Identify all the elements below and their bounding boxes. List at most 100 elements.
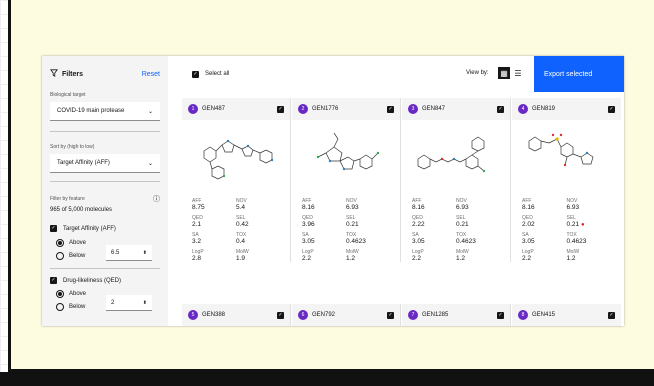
select-all-checkbox[interactable]: ✓ bbox=[192, 70, 199, 78]
molecule-structure-image bbox=[402, 120, 510, 198]
export-selected-button[interactable]: Export selected bbox=[534, 56, 624, 92]
radio-below-label: Below bbox=[69, 253, 86, 259]
metric: MolW 1.2 bbox=[346, 249, 390, 262]
metric-value: 1.2 bbox=[456, 255, 466, 262]
card-name: GEN847 bbox=[422, 106, 446, 112]
metric: QED 2.1 bbox=[192, 215, 236, 228]
info-icon[interactable]: ⓘ bbox=[153, 194, 160, 204]
radio-below-label: Below bbox=[69, 304, 86, 310]
view-by-label: View by: bbox=[466, 70, 489, 76]
stepper-icon[interactable]: ⬍ bbox=[143, 250, 147, 256]
metric-value: 2.22 bbox=[412, 221, 425, 228]
qed-threshold-value: 2 bbox=[111, 299, 115, 306]
aff-threshold-input[interactable]: 6.5 ⬍ bbox=[106, 245, 152, 261]
metric-value: 6.93 bbox=[346, 204, 359, 211]
filter-qed-header: ✓ Drug-likeliness (QED) bbox=[50, 277, 160, 284]
metric-value: 2.1 bbox=[192, 221, 202, 228]
bio-target-value: COVID-19 main protease bbox=[57, 108, 125, 114]
sort-dropdown[interactable]: Target Affinity (AFF) ⌄ bbox=[50, 154, 160, 173]
bio-target-dropdown[interactable]: COVID-19 main protease ⌄ bbox=[50, 102, 160, 121]
filter-aff-label: Target Affinity (AFF) bbox=[63, 225, 116, 232]
reset-button[interactable]: Reset bbox=[142, 71, 160, 78]
metric: AFF 8.16 bbox=[302, 198, 346, 211]
list-view-icon[interactable]: ☰ bbox=[512, 67, 524, 79]
card-checkbox[interactable]: ✓ bbox=[608, 105, 615, 113]
metric: SEL 0.21 bbox=[456, 215, 500, 228]
metric: SA 3.2 bbox=[192, 232, 236, 245]
card-header: 4 GEN819 ✓ bbox=[512, 98, 621, 120]
filter-group-aff: ✓ Target Affinity (AFF) Above Below 6.5 … bbox=[50, 225, 160, 261]
metric-value: 0.4623 bbox=[456, 238, 476, 245]
metric-value: 8.75 bbox=[192, 204, 205, 211]
molecule-card[interactable]: 1 GEN487 ✓ AFF 8.75 NOV 5.4 QED 2.1 SEL … bbox=[182, 98, 291, 262]
card-checkbox[interactable]: ✓ bbox=[497, 311, 504, 319]
metric: LogP 2.2 bbox=[522, 249, 567, 262]
qed-threshold-input[interactable]: 2 ⬍ bbox=[106, 295, 152, 311]
molecule-card[interactable]: 8 GEN415 ✓ bbox=[512, 304, 621, 326]
card-checkbox[interactable]: ✓ bbox=[387, 105, 394, 113]
metric-value: 1.9 bbox=[236, 255, 246, 262]
radio-above-qed[interactable] bbox=[56, 290, 64, 298]
grid-view-icon[interactable]: ▦ bbox=[498, 67, 510, 79]
results-panel: ✓ Select all View by: ▦ ☰ Export selecte… bbox=[168, 56, 624, 326]
metric-value: 0.4623 bbox=[346, 238, 366, 245]
molecule-card[interactable]: 6 GEN792 ✓ bbox=[292, 304, 401, 326]
filter-group-qed: ✓ Drug-likeliness (QED) Above Below 2 ⬍ bbox=[50, 277, 160, 311]
stepper-icon[interactable]: ⬍ bbox=[143, 300, 147, 306]
metric-value: 3.96 bbox=[302, 221, 315, 228]
card-name: GEN819 bbox=[532, 106, 556, 112]
filter-feature-label: Filter by feature bbox=[50, 196, 85, 202]
metric: LogP 2.2 bbox=[302, 249, 346, 262]
metric: LogP 2.2 bbox=[412, 249, 456, 262]
metric: QED 2.02 bbox=[522, 215, 567, 228]
metric: NOV 6.93 bbox=[456, 198, 500, 211]
card-checkbox[interactable]: ✓ bbox=[387, 311, 394, 319]
sort-value: Target Affinity (AFF) bbox=[57, 160, 110, 166]
radio-dot bbox=[58, 292, 62, 296]
card-checkbox[interactable]: ✓ bbox=[277, 105, 284, 113]
card-title: 1 GEN487 bbox=[188, 104, 225, 114]
filters-title: Filters bbox=[62, 70, 84, 78]
checkbox-aff[interactable]: ✓ bbox=[50, 225, 57, 232]
radio-above-aff[interactable] bbox=[56, 239, 64, 247]
molecule-card[interactable]: 3 GEN847 ✓ AFF 8.16 NOV 6.93 QED 2.22 SEL 0.2… bbox=[402, 98, 511, 262]
metric: SEL 0.21 ● bbox=[567, 215, 612, 228]
metric-value: 0.4623 bbox=[566, 238, 587, 245]
radio-above-label: Above bbox=[69, 291, 87, 297]
metric-value: 5.4 bbox=[236, 204, 246, 211]
molecule-card[interactable]: 2 GEN1776 ✓ AFF 8.16 NOV 6.93 QED 3.96 SEL bbox=[292, 98, 401, 262]
metric: SA 3.05 bbox=[302, 232, 346, 245]
molecule-card[interactable]: 4 GEN819 ✓ AFF 8.16 NOV 6.93 QED 2.02 SEL 0 bbox=[512, 98, 621, 262]
metric-value: 2.02 bbox=[522, 221, 535, 228]
card-metrics: AFF 8.16 NOV 6.93 QED 2.22 SEL 0.21 SA 3.05 T… bbox=[402, 198, 510, 262]
molecule-card[interactable]: 7 GEN1285 ✓ bbox=[402, 304, 511, 326]
radio-below-aff[interactable] bbox=[56, 252, 64, 260]
card-number-badge: 1 bbox=[188, 104, 198, 114]
radio-dot bbox=[58, 241, 62, 245]
metric: TOX 0.4623 bbox=[456, 232, 500, 245]
molecule-structure-image bbox=[512, 120, 621, 198]
card-title: 3 GEN847 bbox=[408, 104, 445, 114]
metric: QED 3.96 bbox=[302, 215, 346, 228]
divider bbox=[50, 181, 160, 182]
card-checkbox[interactable]: ✓ bbox=[608, 311, 615, 319]
aff-threshold-value: 6.5 bbox=[111, 249, 120, 256]
molecule-count: 965 of 5,000 molecules bbox=[50, 207, 113, 213]
card-checkbox[interactable]: ✓ bbox=[497, 105, 504, 113]
metric: TOX 0.4623 bbox=[346, 232, 390, 245]
card-metrics: AFF 8.16 NOV 6.93 QED 3.96 SEL 0.21 SA 3.05 T… bbox=[292, 198, 400, 262]
metric: QED 2.22 bbox=[412, 215, 456, 228]
metric: SA 3.05 bbox=[522, 232, 567, 245]
metric-value: 1.2 bbox=[346, 255, 356, 262]
radio-below-qed[interactable] bbox=[56, 303, 64, 311]
molecule-card[interactable]: 5 GEN388 ✓ bbox=[182, 304, 291, 326]
metric: TOX 0.4623 bbox=[567, 232, 612, 245]
metric: NOV 5.4 bbox=[236, 198, 280, 211]
card-checkbox[interactable]: ✓ bbox=[277, 311, 284, 319]
metric-value: 1.2 bbox=[566, 255, 576, 262]
checkbox-qed[interactable]: ✓ bbox=[50, 277, 57, 284]
divider bbox=[50, 268, 160, 269]
card-metrics: AFF 8.16 NOV 6.93 QED 2.02 SEL 0.21 ● SA 3.05… bbox=[512, 198, 621, 262]
metric-value: 0.4 bbox=[236, 238, 246, 245]
metric: AFF 8.16 bbox=[522, 198, 567, 211]
